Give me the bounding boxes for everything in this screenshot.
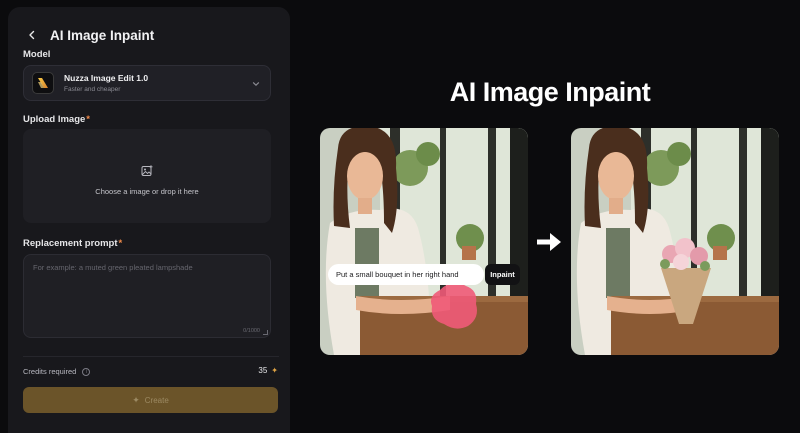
create-button-label: Create — [144, 395, 169, 405]
demo-title: AI Image Inpaint — [449, 77, 651, 107]
upload-hint: Choose a image or drop it here — [95, 187, 199, 196]
arrow-right-icon — [537, 233, 561, 251]
back-button[interactable] — [24, 27, 40, 43]
model-name: Nuzza Image Edit 1.0 — [64, 73, 149, 83]
prompt-field-container: 0/1000 — [23, 254, 271, 338]
image-upload-icon — [141, 165, 153, 176]
model-subtitle: Faster and cheaper — [64, 86, 121, 93]
model-logo-icon — [32, 72, 54, 94]
chevron-left-icon — [29, 30, 35, 40]
create-button[interactable]: ✦ Create — [23, 387, 278, 413]
character-counter: 0/1000 — [243, 328, 260, 334]
model-label: Model — [23, 49, 51, 60]
upload-label: Upload Image* — [23, 114, 90, 125]
required-mark: * — [86, 114, 90, 125]
panel-header: AI Image Inpaint — [24, 25, 154, 45]
settings-panel: AI Image Inpaint Model Nuzza Image Edit … — [8, 7, 290, 433]
info-icon[interactable]: i — [82, 367, 91, 376]
credits-label: Credits required — [23, 367, 77, 376]
after-image — [571, 128, 779, 355]
credits-value: 35 ✦ — [258, 366, 278, 375]
prompt-label: Replacement prompt* — [23, 238, 122, 249]
replacement-prompt-input[interactable] — [24, 255, 270, 337]
example-prompt: Put a small bouquet in her right hand — [328, 264, 484, 285]
prompt-label-text: Replacement prompt — [23, 238, 118, 249]
model-select[interactable]: Nuzza Image Edit 1.0 Faster and cheaper — [23, 65, 271, 101]
sparkle-icon: ✦ — [271, 366, 278, 375]
page-title: AI Image Inpaint — [50, 27, 155, 43]
upload-label-text: Upload Image — [23, 114, 86, 125]
credits-amount: 35 — [258, 366, 268, 375]
before-image — [320, 128, 528, 355]
required-mark: * — [118, 238, 123, 249]
divider — [23, 356, 279, 357]
sparkle-icon: ✦ — [132, 394, 140, 405]
image-upload-dropzone[interactable]: Choose a image or drop it here — [23, 129, 271, 223]
chevron-down-icon — [252, 82, 260, 87]
inpaint-button: Inpaint — [485, 264, 520, 285]
credits-required: Credits required i — [23, 367, 91, 376]
resize-handle[interactable] — [263, 330, 268, 335]
